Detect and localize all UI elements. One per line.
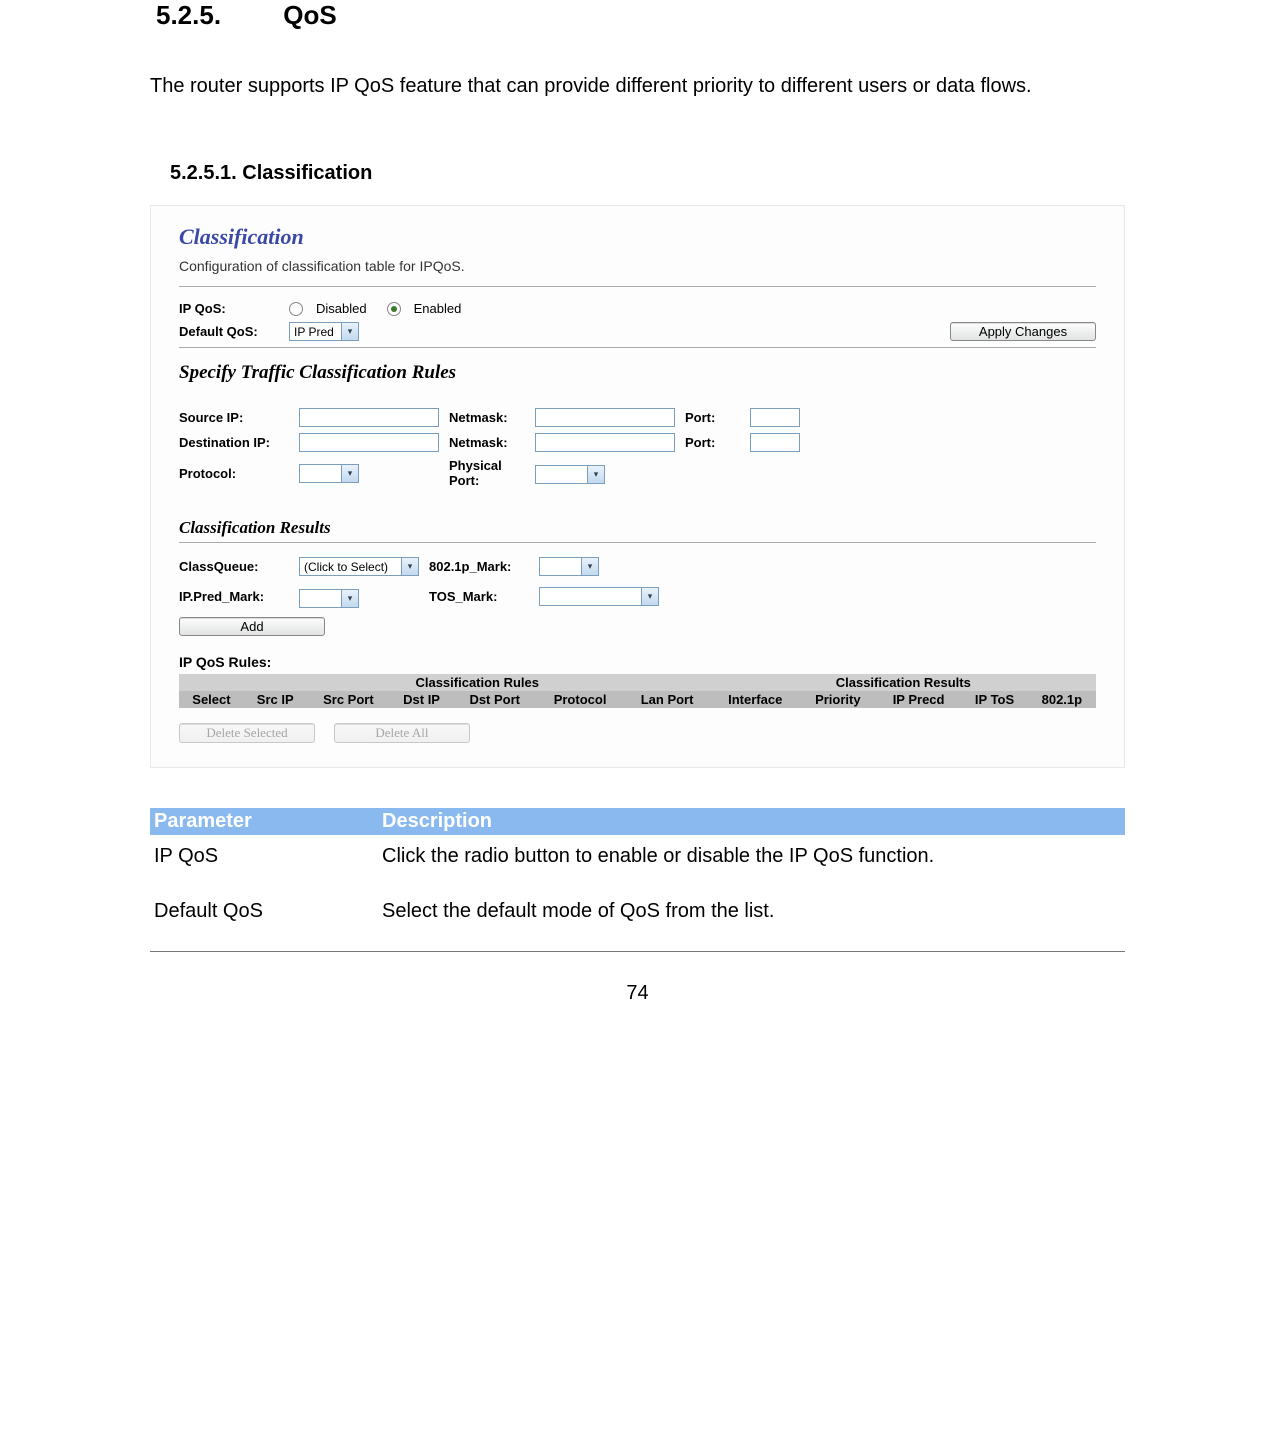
col-dstport: Dst Port [453, 691, 537, 708]
desc-cell: Click the radio button to enable or disa… [378, 835, 1125, 890]
col-select-placeholder [179, 674, 244, 691]
source-ip-label: Source IP: [179, 410, 299, 425]
col-dstip: Dst IP [390, 691, 453, 708]
defaultqos-value: IP Pred [294, 325, 334, 339]
heading-5251: 5.2.5.1. Classification [170, 162, 1125, 185]
destination-port-input[interactable] [750, 433, 800, 452]
group-classification-results: Classification Results [711, 674, 1096, 691]
page-number: 74 [150, 982, 1125, 1005]
delete-selected-button[interactable]: Delete Selected [179, 723, 315, 743]
chevron-down-icon: ▾ [581, 558, 598, 575]
ipqos-disabled-label: Disabled [316, 301, 367, 316]
classqueue-select[interactable]: (Click to Select) ▾ [299, 557, 419, 576]
col-protocol: Protocol [537, 691, 624, 708]
tos-mark-label: TOS_Mark: [429, 589, 539, 604]
chevron-down-icon: ▾ [341, 323, 358, 340]
param-cell: IP QoS [150, 835, 378, 890]
col-8021p: 802.1p [1028, 691, 1096, 708]
chevron-down-icon: ▾ [341, 590, 358, 607]
ipqos-label: IP QoS: [179, 301, 279, 316]
destination-ip-input[interactable] [299, 433, 439, 452]
screenshot-panel: Classification Configuration of classifi… [150, 205, 1125, 768]
chevron-down-icon: ▾ [341, 465, 358, 482]
col-lanport: Lan Port [624, 691, 711, 708]
param-header: Parameter [150, 808, 378, 835]
desc-cell: Select the default mode of QoS from the … [378, 890, 1125, 945]
netmask-label-2: Netmask: [449, 435, 535, 450]
source-ip-input[interactable] [299, 408, 439, 427]
footer-divider [150, 951, 1125, 952]
col-ipprecd: IP Precd [876, 691, 962, 708]
col-iptos: IP ToS [961, 691, 1027, 708]
defaultqos-label: Default QoS: [179, 324, 279, 339]
col-priority: Priority [800, 691, 876, 708]
param-cell: Default QoS [150, 890, 378, 945]
physical-port-label: Physical Port: [449, 458, 535, 488]
panel-title: Classification [179, 224, 1096, 250]
classqueue-value: (Click to Select) [304, 560, 388, 574]
port-label-2: Port: [685, 435, 750, 450]
source-netmask-input[interactable] [535, 408, 675, 427]
heading-525-number: 5.2.5. [156, 0, 276, 31]
group-classification-rules: Classification Rules [244, 674, 711, 691]
col-interface: Interface [711, 691, 800, 708]
netmask-label-1: Netmask: [449, 410, 535, 425]
ipqos-rules-table: Classification Rules Classification Resu… [179, 674, 1096, 708]
8021p-mark-label: 802.1p_Mark: [429, 559, 539, 574]
chevron-down-icon: ▾ [587, 466, 604, 483]
desc-header: Description [378, 808, 1125, 835]
defaultqos-select[interactable]: IP Pred ▾ [289, 322, 359, 341]
source-port-input[interactable] [750, 408, 800, 427]
col-srcport: Src Port [307, 691, 391, 708]
panel-description: Configuration of classification table fo… [179, 258, 1096, 274]
ipqos-enabled-label: Enabled [414, 301, 462, 316]
divider [179, 347, 1096, 348]
destination-ip-label: Destination IP: [179, 435, 299, 450]
ippred-mark-select[interactable]: ▾ [299, 589, 359, 608]
ipqos-enabled-radio[interactable] [387, 302, 401, 316]
classqueue-label: ClassQueue: [179, 559, 299, 574]
tos-mark-select[interactable]: ▾ [539, 587, 659, 606]
port-label-1: Port: [685, 410, 750, 425]
parameter-description-table: Parameter Description IP QoS Click the r… [150, 808, 1125, 945]
divider [179, 286, 1096, 287]
ipqos-disabled-radio[interactable] [289, 302, 303, 316]
physical-port-select[interactable]: ▾ [535, 465, 605, 484]
delete-all-button[interactable]: Delete All [334, 723, 470, 743]
apply-changes-button[interactable]: Apply Changes [950, 322, 1096, 341]
ipqos-rules-label: IP QoS Rules: [179, 654, 1096, 670]
ippred-mark-label: IP.Pred_Mark: [179, 589, 299, 604]
results-heading: Classification Results [179, 518, 1096, 538]
protocol-select[interactable]: ▾ [299, 464, 359, 483]
heading-525: 5.2.5. QoS [156, 0, 1125, 31]
col-srcip: Src IP [244, 691, 307, 708]
col-select: Select [179, 691, 244, 708]
add-button[interactable]: Add [179, 617, 325, 636]
chevron-down-icon: ▾ [401, 558, 418, 575]
destination-netmask-input[interactable] [535, 433, 675, 452]
8021p-mark-select[interactable]: ▾ [539, 557, 599, 576]
protocol-label: Protocol: [179, 466, 299, 481]
heading-525-title: QoS [283, 0, 336, 30]
rules-heading: Specify Traffic Classification Rules [179, 362, 1096, 384]
chevron-down-icon: ▾ [641, 588, 658, 605]
divider [179, 542, 1096, 543]
intro-paragraph: The router supports IP QoS feature that … [150, 71, 1125, 102]
